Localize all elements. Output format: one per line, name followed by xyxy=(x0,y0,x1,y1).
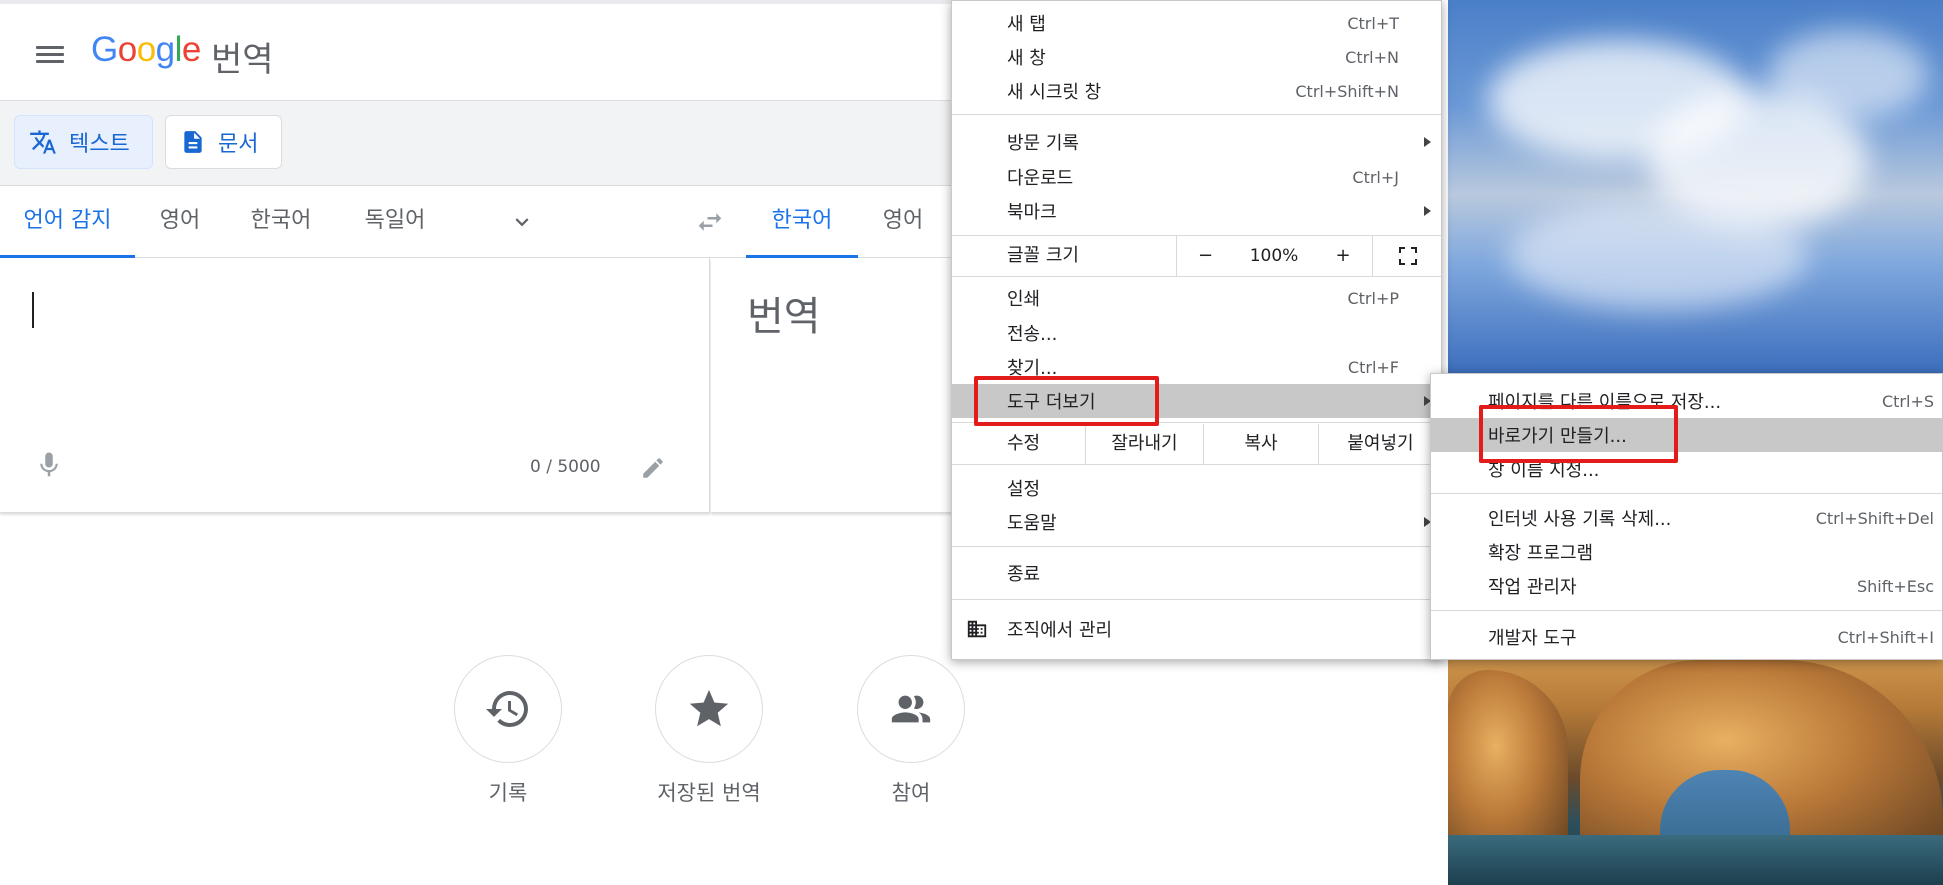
translation-placeholder: 번역 xyxy=(747,294,821,340)
people-icon xyxy=(891,695,931,723)
edit-row: 수정 잘라내기 복사 붙여넣기 xyxy=(952,424,1441,464)
menu-item-help[interactable]: 도움말 xyxy=(952,505,1441,539)
submenu-item-task-manager[interactable]: 작업 관리자 Shift+Esc xyxy=(1431,569,1942,603)
history-icon xyxy=(486,691,528,727)
community-button[interactable] xyxy=(857,655,965,763)
menu-item-find[interactable]: 찾기... Ctrl+F xyxy=(952,350,1441,384)
swap-languages-button[interactable] xyxy=(686,186,734,258)
hamburger-menu-icon[interactable] xyxy=(30,42,70,68)
submenu-arrow-icon xyxy=(1424,137,1431,147)
microphone-icon[interactable] xyxy=(34,448,64,486)
menu-separator xyxy=(1431,610,1942,611)
copy-button[interactable]: 복사 xyxy=(1203,424,1318,464)
tab-source-korean[interactable]: 한국어 xyxy=(236,186,326,258)
tab-target-english[interactable]: 영어 xyxy=(870,186,936,258)
pencil-icon[interactable] xyxy=(640,455,666,485)
menu-separator xyxy=(952,599,1441,600)
zoom-out-button[interactable]: − xyxy=(1176,236,1234,276)
menu-item-exit[interactable]: 종료 xyxy=(952,556,1441,590)
more-tools-submenu: 페이지를 다른 이름으로 저장... Ctrl+S 바로가기 만들기... 창 이… xyxy=(1430,373,1943,660)
tab-detect-language[interactable]: 언어 감지 xyxy=(0,186,135,258)
fullscreen-button[interactable] xyxy=(1372,236,1442,276)
history-action: 기록 xyxy=(408,655,608,807)
saved-button[interactable] xyxy=(655,655,763,763)
zoom-row: 글꼴 크기 − 100% + xyxy=(952,236,1441,276)
menu-item-print[interactable]: 인쇄 Ctrl+P xyxy=(952,281,1441,315)
submenu-item-name-window[interactable]: 창 이름 지정... xyxy=(1431,452,1942,486)
zoom-label: 글꼴 크기 xyxy=(1007,245,1079,266)
menu-item-more-tools[interactable]: 도구 더보기 xyxy=(952,384,1441,418)
menu-item-cast[interactable]: 전송... xyxy=(952,316,1441,350)
menu-separator xyxy=(952,276,1441,277)
building-icon xyxy=(967,620,987,638)
chevron-down-icon xyxy=(515,218,529,227)
submenu-item-developer-tools[interactable]: 개발자 도구 Ctrl+Shift+I xyxy=(1431,620,1942,654)
menu-item-managed-by-org[interactable]: 조직에서 관리 xyxy=(952,612,1441,646)
history-button[interactable] xyxy=(454,655,562,763)
submenu-item-save-page[interactable]: 페이지를 다른 이름으로 저장... Ctrl+S xyxy=(1431,384,1942,418)
google-logo[interactable]: Google xyxy=(91,30,201,70)
menu-item-history[interactable]: 방문 기록 xyxy=(952,125,1441,159)
menu-item-new-tab[interactable]: 새 탭 Ctrl+T xyxy=(952,6,1441,40)
character-count: 0 / 5000 xyxy=(530,457,601,477)
community-action: 참여 xyxy=(811,655,1011,807)
menu-item-incognito[interactable]: 새 시크릿 창 Ctrl+Shift+N xyxy=(952,74,1441,108)
text-caret xyxy=(32,292,34,328)
text-mode-button[interactable]: 텍스트 xyxy=(14,115,153,169)
source-text-panel xyxy=(0,258,710,513)
zoom-level: 100% xyxy=(1249,246,1299,266)
submenu-arrow-icon xyxy=(1424,206,1431,216)
source-more-languages-button[interactable] xyxy=(496,186,548,258)
tab-source-german[interactable]: 독일어 xyxy=(350,186,440,258)
saved-action: 저장된 번역 xyxy=(609,655,809,807)
zoom-in-button[interactable]: + xyxy=(1314,236,1372,276)
menu-item-new-window[interactable]: 새 창 Ctrl+N xyxy=(952,40,1441,74)
paste-button[interactable]: 붙여넣기 xyxy=(1318,424,1442,464)
product-name: 번역 xyxy=(211,40,274,80)
submenu-item-clear-browsing-data[interactable]: 인터넷 사용 기록 삭제... Ctrl+Shift+Del xyxy=(1431,501,1942,535)
document-mode-label: 문서 xyxy=(218,132,259,157)
tab-source-english[interactable]: 영어 xyxy=(142,186,218,258)
chrome-main-menu: 새 탭 Ctrl+T 새 창 Ctrl+N 새 시크릿 창 Ctrl+Shift+N … xyxy=(951,0,1442,660)
fullscreen-icon xyxy=(1398,247,1417,265)
history-label: 기록 xyxy=(488,781,528,805)
rock-formation-left xyxy=(1448,670,1568,860)
translate-icon xyxy=(30,130,56,154)
menu-item-downloads[interactable]: 다운로드 Ctrl+J xyxy=(952,160,1441,194)
saved-label: 저장된 번역 xyxy=(657,781,761,805)
menu-separator xyxy=(952,114,1441,115)
menu-separator xyxy=(952,546,1441,547)
menu-item-settings[interactable]: 설정 xyxy=(952,471,1441,505)
sea xyxy=(1448,835,1943,885)
submenu-item-extensions[interactable]: 확장 프로그램 xyxy=(1431,535,1942,569)
swap-arrows-icon xyxy=(698,213,722,231)
source-text-input[interactable] xyxy=(20,278,680,418)
tab-target-korean[interactable]: 한국어 xyxy=(746,186,858,258)
document-mode-button[interactable]: 문서 xyxy=(165,115,282,169)
menu-separator xyxy=(952,464,1441,465)
cut-button[interactable]: 잘라내기 xyxy=(1085,424,1203,464)
text-mode-label: 텍스트 xyxy=(69,132,130,157)
menu-item-bookmarks[interactable]: 북마크 xyxy=(952,194,1441,228)
document-icon xyxy=(184,131,202,153)
menu-separator xyxy=(1431,493,1942,494)
community-label: 참여 xyxy=(891,781,931,805)
menu-separator xyxy=(952,422,1441,423)
edit-label: 수정 xyxy=(1007,433,1041,454)
submenu-item-create-shortcut[interactable]: 바로가기 만들기... xyxy=(1431,418,1942,452)
star-icon xyxy=(689,689,729,727)
